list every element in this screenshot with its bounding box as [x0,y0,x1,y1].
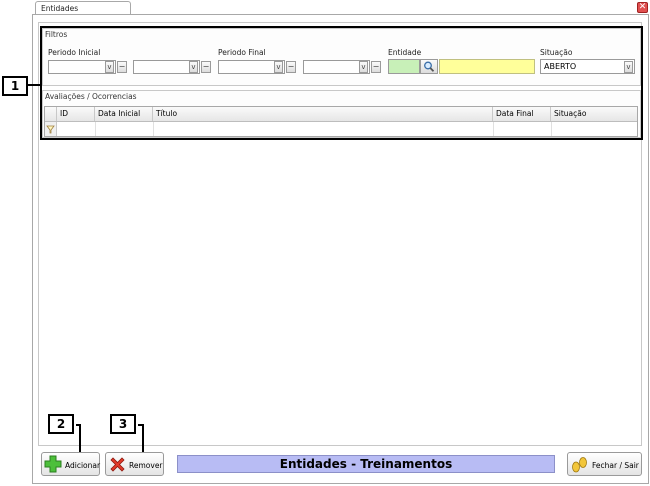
remove-button-label: Remover [129,461,163,470]
window-tab[interactable]: Entidades Treinamentos [35,1,131,22]
annotation-2-badge: 2 [48,414,74,434]
annotation-1-badge: 1 [2,76,28,96]
remove-button[interactable]: Remover [105,452,164,476]
footer-title: Entidades - Treinamentos [177,455,555,473]
close-exit-button[interactable]: Fechar / Sair [567,452,642,476]
annotation-1-highlight [40,26,643,140]
add-button-label: Adicionar [65,461,101,470]
footsteps-icon [572,457,587,473]
add-button[interactable]: Adicionar [41,452,100,476]
plus-icon [44,455,62,473]
remove-x-icon [110,457,125,472]
close-icon[interactable]: ✕ [637,2,648,13]
annotation-1-leader [27,84,41,86]
annotation-3-badge: 3 [110,414,136,434]
close-exit-button-label: Fechar / Sair [592,461,639,470]
